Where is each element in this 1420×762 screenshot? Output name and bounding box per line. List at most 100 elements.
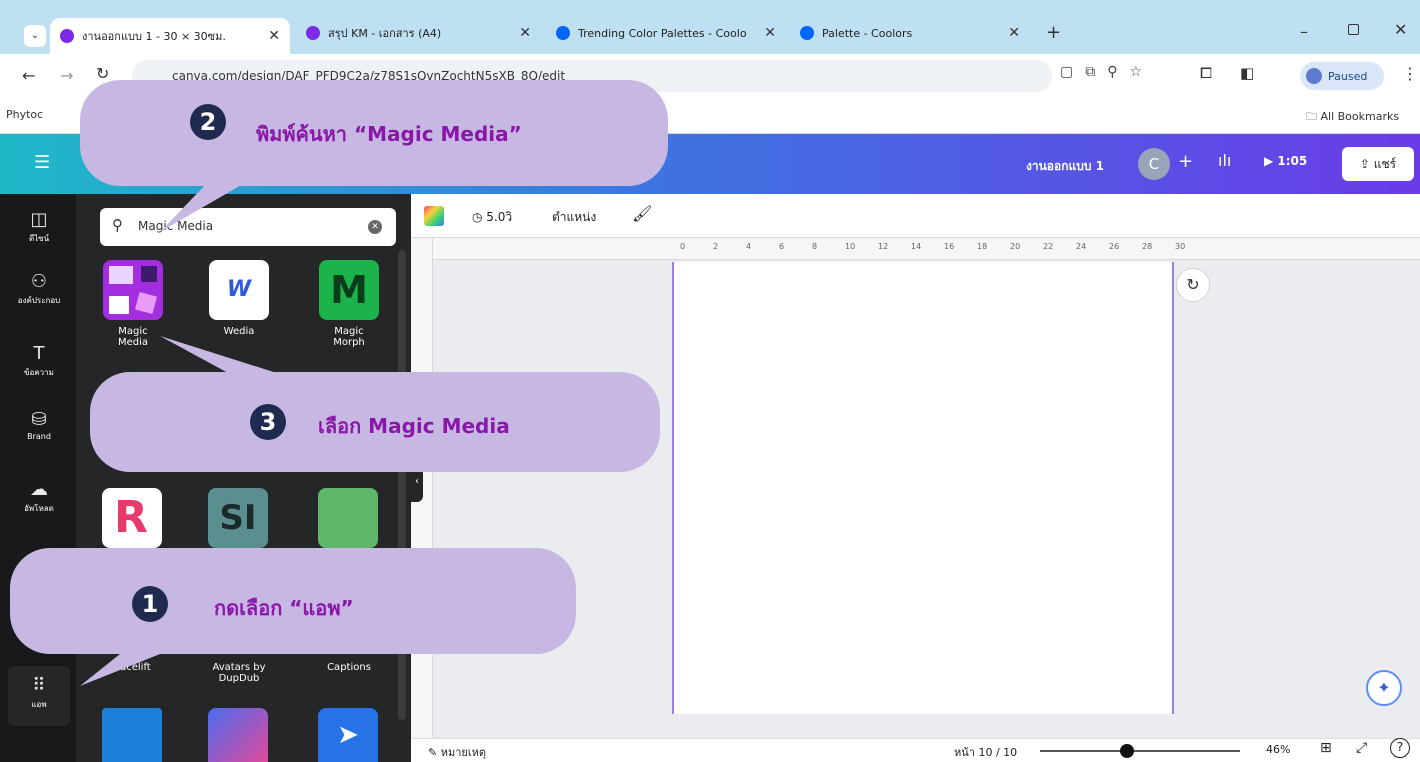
close-window-icon[interactable]: ✕ [1394,20,1407,39]
app-captions[interactable]: Captions [318,662,380,673]
zoom-slider-track[interactable] [1040,750,1240,752]
menu-icon[interactable]: ⋮ [1402,64,1418,83]
callout-2-text: พิมพ์ค้นหา “Magic Media” [256,122,522,146]
clock-icon: ◷ [472,210,487,224]
add-user-icon[interactable]: + [1178,151,1193,172]
ruler-tick-label: 26 [1109,242,1120,251]
app-tile[interactable] [208,708,268,762]
app-label: Captions [327,662,371,673]
bookmark-label: Phytoc [6,108,44,121]
text-icon: T [33,343,45,364]
play-icon: ▶ [1264,154,1278,168]
app-wedia[interactable]: W Wedia [208,260,270,337]
ruler-tick-label: 6 [779,242,785,251]
paint-roller-icon[interactable]: 🖌 [632,204,652,223]
browser-tab[interactable]: Trending Color Palettes - Coolo ✕ [546,18,786,48]
grid-view-icon[interactable]: ⊞ [1320,740,1332,756]
close-icon[interactable]: ✕ [764,25,776,41]
extensions-icon[interactable]: ⧠ [1200,64,1212,82]
profile-status: Paused [1328,69,1368,83]
close-icon[interactable]: ✕ [519,25,531,41]
canva-icon [306,26,320,40]
hamburger-icon[interactable]: ☰ [34,152,50,173]
app-tile[interactable] [102,708,162,762]
ruler-tick-label: 8 [812,242,818,251]
app-avatars-dupdub[interactable]: Avatars by DupDub [208,662,270,684]
ruler-tick-label: 16 [944,242,955,251]
sidepanel-icon[interactable]: ◧ [1240,64,1254,82]
ruler-tick-label: 4 [746,242,752,251]
callout-3-text: เลือก Magic Media [318,414,510,438]
forward-icon[interactable]: → [60,66,73,85]
back-icon[interactable]: ← [22,66,35,85]
close-icon[interactable]: ✕ [1008,25,1020,41]
tab-title: สรุป KM - เอกสาร (A4) [328,27,442,40]
wedia-icon: W [209,260,269,320]
notes-button[interactable]: ✎ หมายเหตุ [428,743,486,761]
r-logo-icon: R [114,492,148,543]
ruler-tick-label: 2 [713,242,719,251]
tab-title: Trending Color Palettes - Coolo [578,26,747,40]
tab-title: งานออกแบบ 1 - 30 × 30ซม. [82,30,226,43]
callout-1-number: 1 [132,586,168,622]
tab-search-button[interactable]: ⌄ [24,25,46,47]
new-tab-button[interactable]: + [1046,22,1061,43]
zoom-slider-handle[interactable] [1120,744,1134,758]
ruler-top [430,238,1420,260]
ruler-tick-label: 18 [977,242,988,251]
rail-item-elements[interactable]: ⚇ องค์ประกอบ [8,262,70,322]
design-name[interactable]: งานออกแบบ 1 [1026,157,1104,176]
design-page[interactable] [672,262,1174,714]
restore-icon[interactable] [1348,24,1359,35]
avatar[interactable]: C [1138,148,1170,180]
browser-tab[interactable]: สรุป KM - เอกสาร (A4) ✕ [296,18,541,48]
apps-icon: ⠿ [32,675,46,696]
reload-icon[interactable]: ↻ [96,64,109,83]
profile-button[interactable]: Paused [1300,62,1384,90]
canva-icon [60,29,74,43]
template-icon: ◫ [30,209,48,230]
rail-item-text[interactable]: T ข้อความ [8,334,70,394]
browser-tab-active[interactable]: งานออกแบบ 1 - 30 × 30ซม. ✕ [50,18,290,54]
zoom-value[interactable]: 46% [1266,743,1290,756]
rail-item-design[interactable]: ◫ ดีไซน์ [8,200,70,260]
rail-item-apps[interactable]: ⠿ แอพ [8,666,70,726]
rail-item-upload[interactable]: ☁ อัพโหลด [8,470,70,530]
share-icon: ⇪ [1359,157,1374,171]
all-bookmarks[interactable]: 🗀 All Bookmarks [1306,108,1399,127]
magic-media-icon [103,260,163,320]
coolors-icon [800,26,814,40]
app-label: Avatars by DupDub [212,662,266,684]
clear-icon[interactable]: ✕ [368,220,382,234]
page-indicator[interactable]: หน้า 10 / 10 [954,743,1017,761]
rail-item-brand[interactable]: ⛁ Brand [8,400,70,460]
help-icon[interactable]: ? [1390,738,1410,758]
fullscreen-icon[interactable]: ⤢ [1356,740,1367,756]
bookmark-item[interactable]: Phytoc [6,108,43,121]
callout-2-number: 2 [190,104,226,140]
ruler-tick-label: 22 [1043,242,1054,251]
refresh-page-icon[interactable]: ↻ [1176,268,1210,302]
ruler-tick-label: 28 [1142,242,1153,251]
present-button[interactable]: ▶ 1:05 [1264,154,1307,168]
share-button[interactable]: ⇪ แชร์ [1342,147,1414,181]
app-label: Magic Morph [333,326,365,348]
send-icon[interactable]: ➤ [318,708,378,762]
color-swatch[interactable] [424,206,444,226]
browser-tab[interactable]: Palette - Coolors ✕ [790,18,1030,48]
minimize-icon[interactable]: – [1300,22,1308,41]
position-button[interactable]: ตำแหน่ง [552,208,596,227]
close-icon[interactable]: ✕ [268,28,280,44]
app-tile[interactable] [318,488,378,548]
callout-2-pointer [160,180,250,232]
analytics-icon[interactable]: ılı [1218,151,1231,170]
avatar [1306,68,1322,84]
app-magic-morph[interactable]: M Magic Morph [318,260,380,348]
brand-icon: ⛁ [31,409,47,430]
app-tile[interactable]: SI [208,488,268,548]
duration-button[interactable]: ◷ 5.0วิ [472,208,512,227]
magic-assistant-icon[interactable]: ✦ [1366,670,1402,706]
folder-icon: 🗀 [1306,110,1321,123]
upload-icon: ☁ [30,479,48,500]
app-magic-media[interactable]: Magic Media [102,260,164,348]
